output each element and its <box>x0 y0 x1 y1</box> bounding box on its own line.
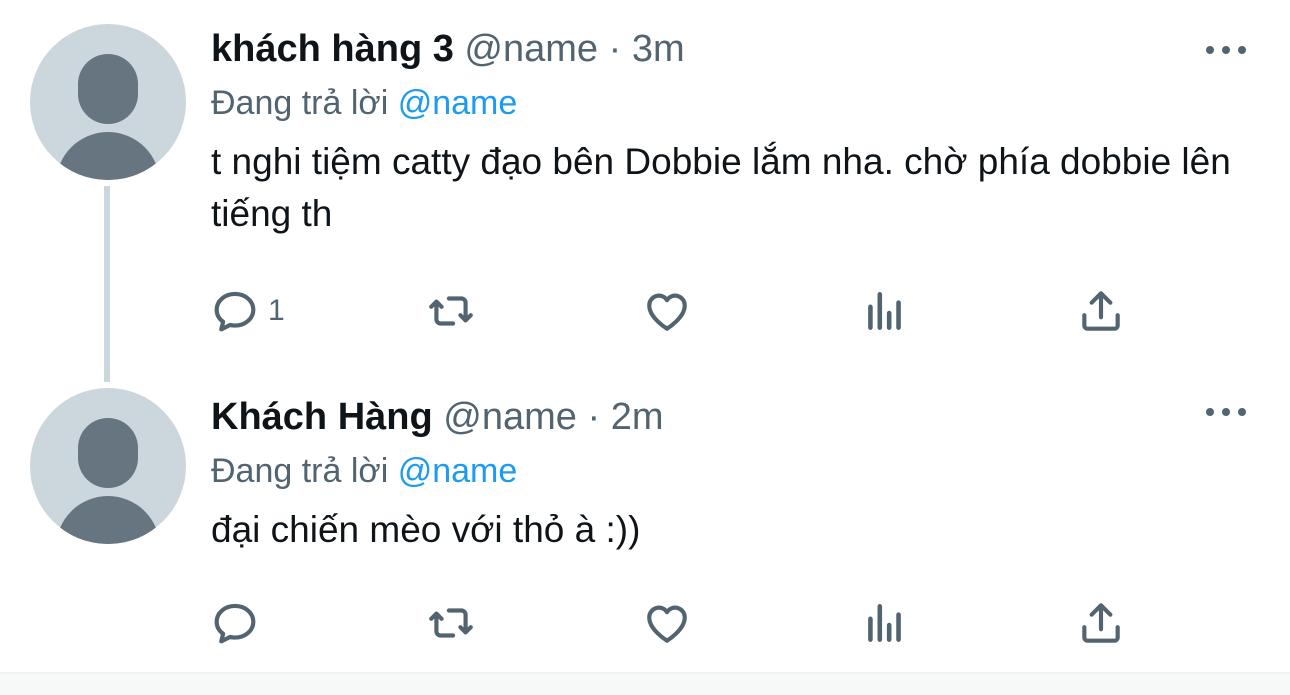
reply-icon <box>214 603 256 644</box>
more-dot <box>1206 46 1214 54</box>
replying-prefix: Đang trả lời <box>211 452 389 490</box>
share-button[interactable] <box>1076 598 1126 648</box>
tweet-text: đại chiến mèo với thỏ à :)) <box>211 509 641 550</box>
reply-icon <box>214 291 256 332</box>
stats-button[interactable] <box>860 286 910 336</box>
share-icon <box>1082 603 1120 643</box>
tweet-actions: 1 <box>210 286 1150 336</box>
user-handle[interactable]: @name <box>464 28 598 70</box>
tweet-text: t nghi tiệm catty đạo bên Dobbie lắm nha… <box>211 141 1231 234</box>
more-dot <box>1222 408 1230 416</box>
avatar-head <box>78 54 138 124</box>
separator-dot: · <box>608 28 622 70</box>
more-dot <box>1206 408 1214 416</box>
retweet-icon <box>429 608 473 638</box>
stats-button[interactable] <box>860 598 910 648</box>
avatar[interactable] <box>30 388 186 544</box>
feed-gap <box>0 674 1290 695</box>
tweet-header: Khách Hàng @name · 2m <box>211 390 1250 444</box>
retweet-button[interactable] <box>426 598 476 648</box>
timestamp[interactable]: 2m <box>611 396 664 438</box>
avatar-body <box>56 496 160 544</box>
more-dot <box>1222 46 1230 54</box>
replying-prefix: Đang trả lời <box>211 84 389 122</box>
timestamp[interactable]: 3m <box>632 28 685 70</box>
tweet-header: khách hàng 3 @name · 3m <box>211 22 1250 76</box>
thread-line <box>104 186 110 382</box>
tweet[interactable]: Khách Hàng @name · 2m Đang trả lời @name… <box>0 382 1290 672</box>
replying-handle-link[interactable]: @name <box>398 84 518 122</box>
avatar-body <box>56 132 160 180</box>
replying-to: Đang trả lời @name <box>211 76 1250 130</box>
tweet-actions <box>210 598 1150 648</box>
retweet-button[interactable] <box>426 286 476 336</box>
more-dot <box>1238 46 1246 54</box>
user-handle[interactable]: @name <box>443 396 577 438</box>
share-button[interactable] <box>1076 286 1126 336</box>
avatar[interactable] <box>30 24 186 180</box>
like-button[interactable] <box>642 286 692 336</box>
display-name[interactable]: Khách Hàng <box>211 396 433 438</box>
share-icon <box>1082 291 1120 331</box>
tweet-content: khách hàng 3 @name · 3m Đang trả lời @na… <box>211 22 1250 240</box>
stats-icon <box>868 292 901 330</box>
separator-dot: · <box>587 396 601 438</box>
like-icon <box>647 293 687 331</box>
avatar-head <box>78 418 138 488</box>
more-dot <box>1238 408 1246 416</box>
display-name[interactable]: khách hàng 3 <box>211 28 454 70</box>
like-button[interactable] <box>642 598 692 648</box>
more-icon[interactable] <box>1206 406 1246 418</box>
reply-button[interactable] <box>210 598 268 648</box>
replying-handle-link[interactable]: @name <box>398 452 518 490</box>
reply-count: 1 <box>268 294 285 327</box>
like-icon <box>647 605 687 643</box>
retweet-icon <box>429 296 473 326</box>
more-icon[interactable] <box>1206 44 1246 56</box>
reply-button[interactable]: 1 <box>210 286 285 336</box>
tweet-content: Khách Hàng @name · 2m Đang trả lời @name… <box>211 390 1250 556</box>
stats-icon <box>868 604 901 642</box>
tweet[interactable]: khách hàng 3 @name · 3m Đang trả lời @na… <box>0 0 1290 382</box>
replying-to: Đang trả lời @name <box>211 444 1250 498</box>
